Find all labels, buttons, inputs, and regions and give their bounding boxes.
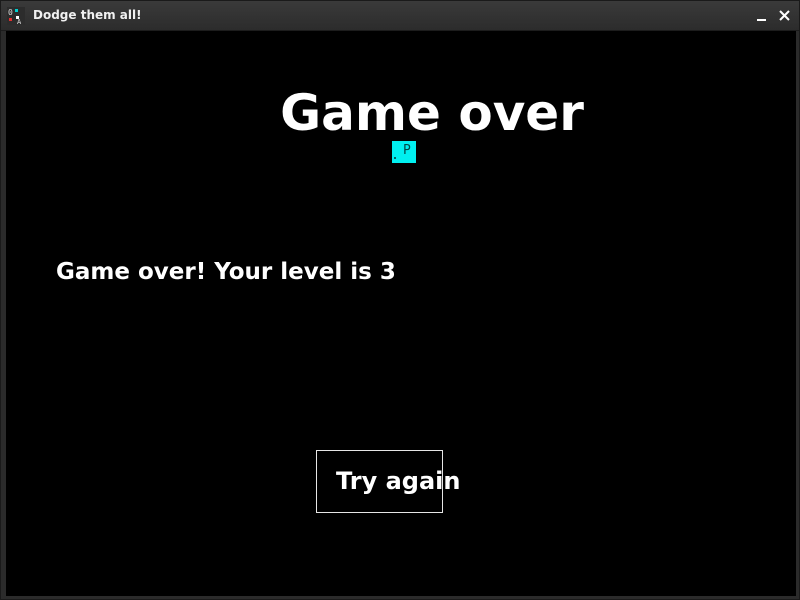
title-bar[interactable]: 0 A Dodge them all! xyxy=(1,1,799,31)
player-sprite: P xyxy=(392,141,416,163)
minimize-icon xyxy=(757,19,766,21)
minimize-button[interactable] xyxy=(752,6,772,26)
window-title: Dodge them all! xyxy=(33,8,142,22)
player-sprite-dot xyxy=(394,157,396,159)
close-icon xyxy=(779,10,790,21)
game-window: 0 A Dodge them all! Game over P Game ove… xyxy=(0,0,800,600)
try-again-label: Try again xyxy=(336,467,461,495)
player-glyph: P xyxy=(403,143,411,158)
game-canvas: Game over P Game over! Your level is 3 T… xyxy=(6,31,796,596)
game-app-icon: 0 A xyxy=(7,7,25,26)
level-message: Game over! Your level is 3 xyxy=(56,259,396,285)
try-again-button[interactable]: Try again xyxy=(316,450,460,513)
game-over-heading: Game over xyxy=(280,84,584,142)
close-button[interactable] xyxy=(775,6,795,26)
svg-text:0: 0 xyxy=(8,8,13,17)
